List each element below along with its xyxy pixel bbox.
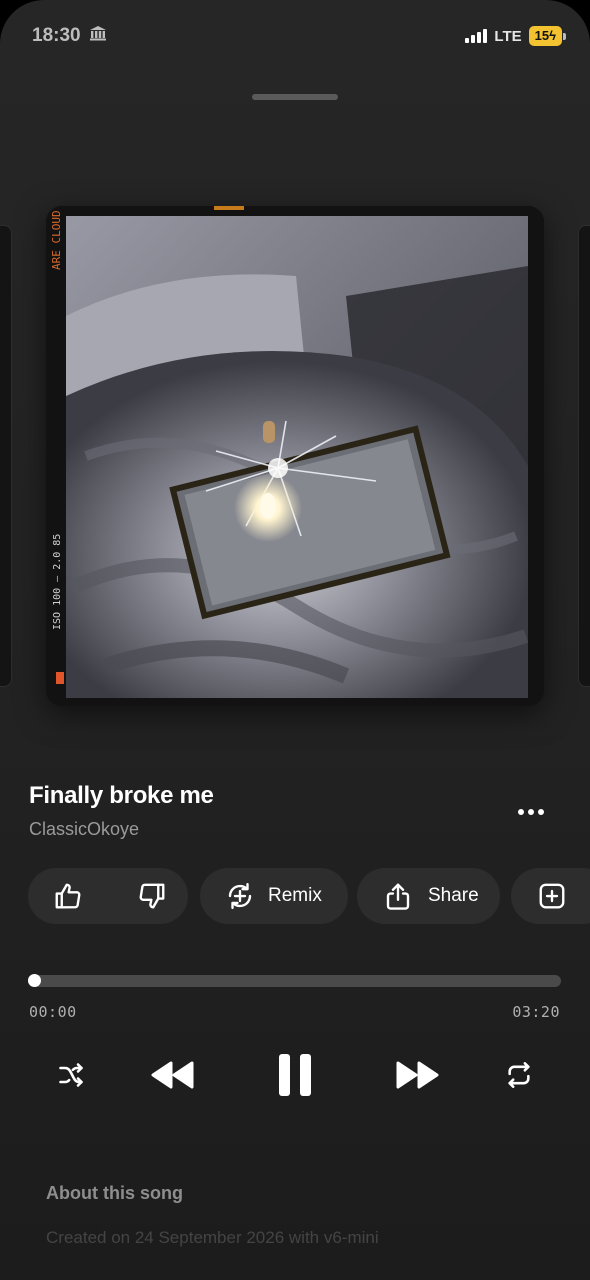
remix-icon xyxy=(224,880,256,912)
share-icon xyxy=(382,880,414,912)
more-options-button[interactable] xyxy=(514,798,548,826)
repeat-icon xyxy=(508,1062,530,1088)
clock: 18:30 xyxy=(32,25,81,46)
artist-name[interactable]: ClassicOkoye xyxy=(29,819,139,840)
thumbs-down-icon[interactable] xyxy=(136,880,168,912)
share-label: Share xyxy=(428,885,479,906)
thumbs-up-icon[interactable] xyxy=(52,880,84,912)
share-button[interactable]: Share xyxy=(357,868,500,924)
pause-button[interactable] xyxy=(272,1050,318,1100)
remix-label: Remix xyxy=(268,885,322,906)
svg-text:ISO 100 — 2.0 85: ISO 100 — 2.0 85 xyxy=(52,534,63,630)
album-artwork: ARE CLOUD ISO 100 — 2.0 85 xyxy=(46,206,544,706)
shuffle-icon xyxy=(59,1063,83,1087)
progress-handle[interactable] xyxy=(28,974,41,987)
current-time: 00:00 xyxy=(29,1003,77,1021)
sheet-grabber[interactable] xyxy=(252,94,338,100)
bolt-icon: ϟ xyxy=(549,28,556,43)
fast-forward-icon xyxy=(396,1061,439,1089)
rewind-icon xyxy=(151,1061,194,1089)
svg-text:ARE CLOUD: ARE CLOUD xyxy=(50,210,63,270)
add-to-playlist-icon xyxy=(536,880,568,912)
duration: 03:20 xyxy=(512,1003,560,1021)
progress-track[interactable] xyxy=(28,975,561,987)
next-track-card[interactable] xyxy=(578,225,590,687)
about-heading: About this song xyxy=(46,1183,183,1203)
signal-bars-icon xyxy=(465,29,488,43)
pause-icon xyxy=(279,1054,311,1096)
previous-track-card[interactable] xyxy=(0,225,12,687)
fast-forward-button[interactable] xyxy=(392,1056,442,1094)
action-bar: Remix Share xyxy=(28,868,590,926)
player-sheet: 18:30 LTE 15ϟ ARE CLOUD ISO 100 — 2.0 85… xyxy=(0,0,590,1280)
bank-icon xyxy=(89,25,107,47)
repeat-button[interactable] xyxy=(500,1058,538,1092)
remix-button[interactable]: Remix xyxy=(200,868,348,924)
battery-level: 15 xyxy=(534,28,550,43)
rewind-button[interactable] xyxy=(148,1056,198,1094)
battery-indicator: 15ϟ xyxy=(528,26,566,46)
network-type: LTE xyxy=(494,27,522,45)
vote-pill xyxy=(28,868,188,924)
status-bar: 18:30 LTE 15ϟ xyxy=(32,22,566,50)
song-title: Finally broke me xyxy=(29,782,214,809)
add-to-playlist-button[interactable] xyxy=(511,868,590,924)
about-description: Created on 24 September 2026 with v6-min… xyxy=(46,1228,379,1247)
shuffle-button[interactable] xyxy=(52,1058,90,1092)
